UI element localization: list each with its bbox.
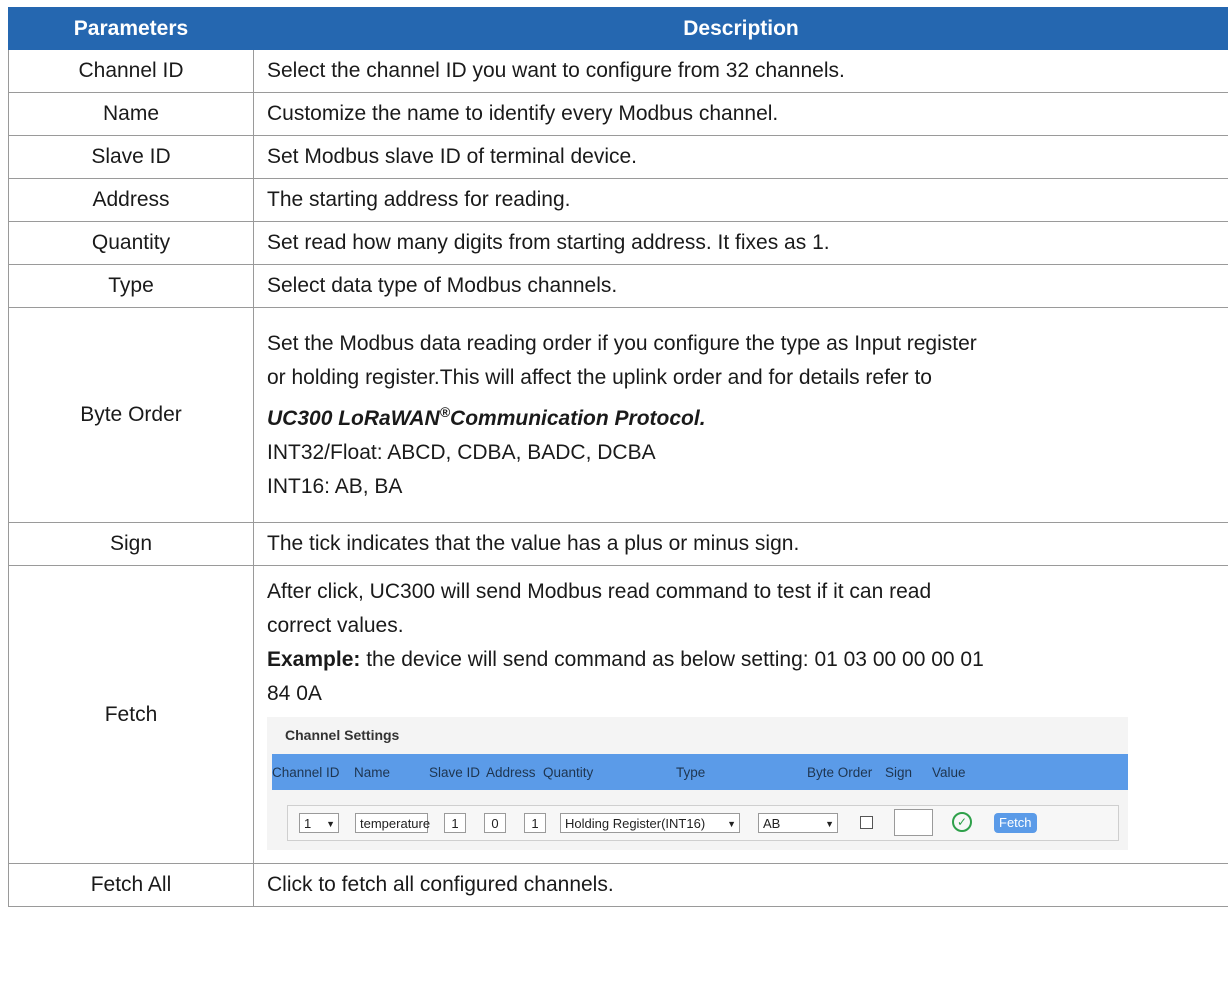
param-cell: Fetch All (8, 863, 254, 907)
table-row: Address The starting address for reading… (8, 178, 1228, 222)
param-cell: Channel ID (8, 49, 254, 93)
value-input[interactable] (894, 809, 933, 836)
col-quantity: Quantity (543, 765, 594, 780)
desc-cell: Customize the name to identify every Mod… (253, 92, 1228, 136)
param-cell: Address (8, 178, 254, 222)
byte-order-select[interactable]: AB ▼ (758, 813, 838, 833)
channel-settings-title: Channel Settings (285, 727, 400, 743)
param-cell: Fetch (8, 565, 254, 864)
desc-cell: After click, UC300 will send Modbus read… (253, 565, 1228, 864)
parameters-table: Parameters Description Channel ID Select… (8, 7, 1228, 907)
header-description: Description (253, 7, 1228, 50)
chevron-down-icon: ▼ (326, 819, 335, 829)
desc-line: After click, UC300 will send Modbus read… (267, 580, 932, 603)
param-cell: Name (8, 92, 254, 136)
fetch-button[interactable]: Fetch (994, 813, 1037, 833)
channel-row: 1 ▼ temperature 1 0 1 Holding Register(IN… (287, 805, 1119, 841)
col-address: Address (486, 765, 536, 780)
table-row: Channel ID Select the channel ID you wan… (8, 49, 1228, 93)
chevron-down-icon: ▼ (727, 819, 736, 829)
col-slave-id: Slave ID (429, 765, 481, 780)
desc-line: or holding register.This will affect the… (267, 365, 932, 389)
table-row: Slave ID Set Modbus slave ID of terminal… (8, 135, 1228, 179)
desc-line: INT32/Float: ABCD, CDBA, BADC, DCBA (267, 440, 656, 464)
table-row: Sign The tick indicates that the value h… (8, 522, 1228, 566)
desc-cell: Set the Modbus data reading order if you… (253, 307, 1228, 523)
desc-cell: Set Modbus slave ID of terminal device. (253, 135, 1228, 179)
desc-cell: Click to fetch all configured channels. (253, 863, 1228, 907)
channel-settings-header: Channel ID Name Slave ID Address Quantit… (272, 754, 1128, 790)
quantity-input[interactable]: 1 (524, 813, 546, 833)
param-cell: Sign (8, 522, 254, 566)
desc-cell: Set read how many digits from starting a… (253, 221, 1228, 265)
table-row: Fetch After click, UC300 will send Modbu… (8, 565, 1228, 864)
param-cell: Type (8, 264, 254, 308)
table-row: Byte Order Set the Modbus data reading o… (8, 307, 1228, 523)
chevron-down-icon: ▼ (825, 819, 834, 829)
check-circle-icon: ✓ (952, 812, 972, 832)
sign-checkbox[interactable] (860, 816, 873, 829)
desc-cell: The tick indicates that the value has a … (253, 522, 1228, 566)
col-type: Type (676, 765, 706, 780)
desc-cell: Select the channel ID you want to config… (253, 49, 1228, 93)
desc-line: INT16: AB, BA (267, 474, 403, 498)
table-row: Quantity Set read how many digits from s… (8, 221, 1228, 265)
param-cell: Slave ID (8, 135, 254, 179)
type-select[interactable]: Holding Register(INT16) ▼ (560, 813, 740, 833)
example-line-cont: 84 0A (267, 682, 322, 705)
col-channel-id: Channel ID (272, 765, 340, 780)
param-cell: Quantity (8, 221, 254, 265)
name-input[interactable]: temperature (355, 813, 430, 833)
address-input[interactable]: 0 (484, 813, 506, 833)
table-row: Type Select data type of Modbus channels… (8, 264, 1228, 308)
example-label: Example: (267, 648, 361, 671)
desc-cell: Select data type of Modbus channels. (253, 264, 1228, 308)
col-byte-order: Byte Order (807, 765, 873, 780)
channel-settings-screenshot: Channel Settings Channel ID Name Slave I… (267, 717, 1128, 850)
desc-cell: The starting address for reading. (253, 178, 1228, 222)
param-cell: Byte Order (8, 307, 254, 523)
channel-id-select[interactable]: 1 ▼ (299, 813, 339, 833)
example-line: Example: the device will send command as… (267, 648, 984, 671)
col-sign: Sign (885, 765, 913, 780)
desc-line: Set the Modbus data reading order if you… (267, 331, 977, 355)
table-header-row: Parameters Description (8, 7, 1228, 50)
slave-id-input[interactable]: 1 (444, 813, 466, 833)
desc-line: correct values. (267, 614, 404, 637)
protocol-reference: UC300 LoRaWAN®Communication Protocol. (267, 403, 706, 430)
col-value: Value (932, 765, 966, 780)
col-name: Name (354, 765, 391, 780)
table-row: Name Customize the name to identify ever… (8, 92, 1228, 136)
header-parameters: Parameters (8, 7, 254, 50)
table-row: Fetch All Click to fetch all configured … (8, 863, 1228, 907)
